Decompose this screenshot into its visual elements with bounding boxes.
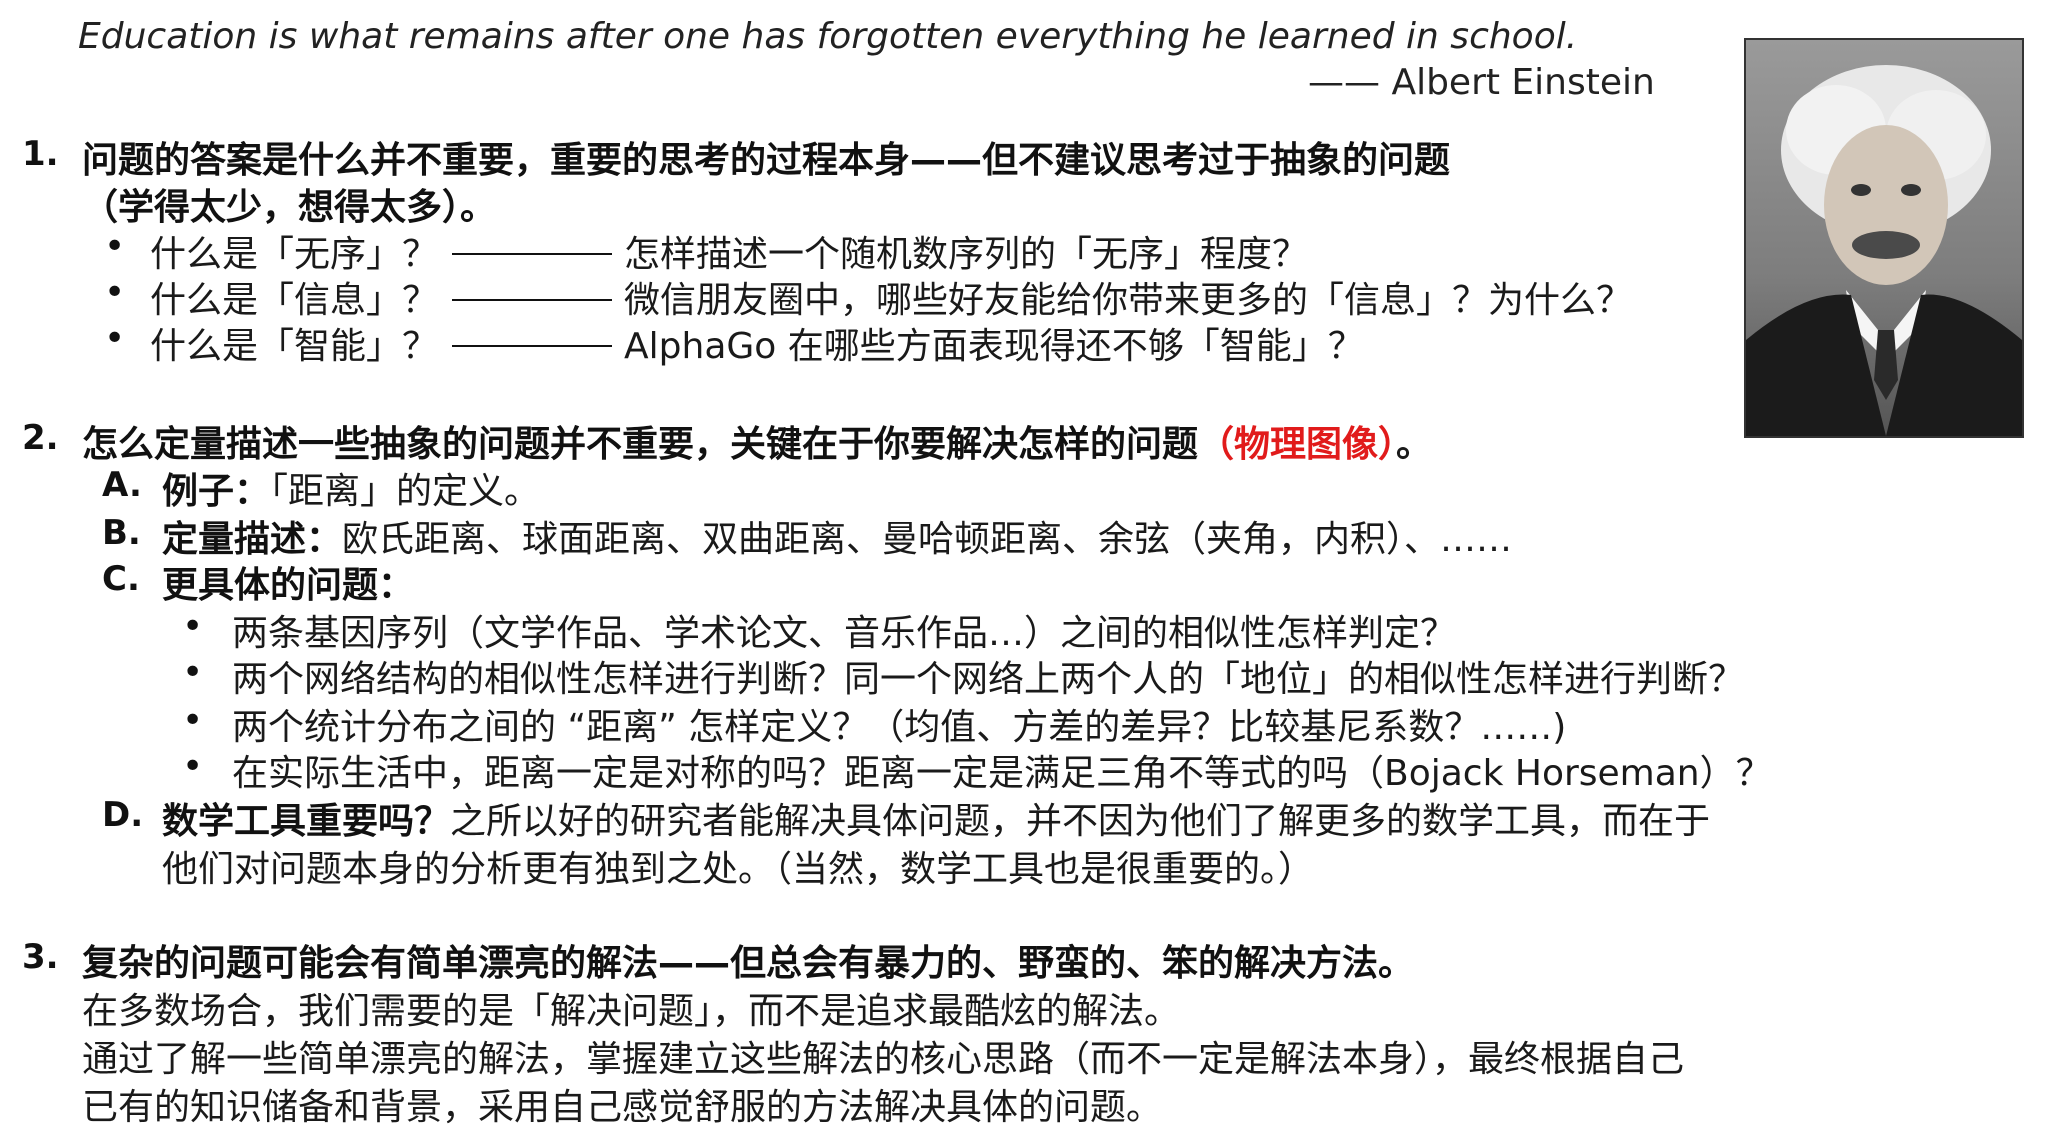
section-3-line-3: 已有的知识储备和背景，采用自己感觉舒服的方法解决具体的问题。 <box>82 1087 1163 1128</box>
bullet-dot: • <box>182 606 204 647</box>
item-B-label: B. <box>102 513 141 553</box>
section-1-item-1: 什么是「无序」？ 怎样描述一个随机数序列的「无序」程度？ <box>150 225 1308 277</box>
item-B: 定量描述：欧氏距离、球面距离、双曲距离、曼哈顿距离、余弦（夹角，内积）、…… <box>162 510 1512 562</box>
item-D-bold: 数学工具重要吗？ <box>162 801 451 842</box>
item-A: 例子：「距离」的定义。 <box>162 462 540 514</box>
quote-attribution: —— Albert Einstein <box>1308 62 1655 103</box>
bullet-dot: • <box>104 318 126 359</box>
item-answer: 微信朋友圈中，哪些好友能给你带来更多的「信息」？为什么？ <box>624 280 1633 321</box>
item-answer: AlphaGo 在哪些方面表现得还不够「智能」？ <box>624 326 1364 367</box>
item-answer: 怎样描述一个随机数序列的「无序」程度？ <box>624 234 1309 275</box>
section-3-line-2: 通过了解一些简单漂亮的解法，掌握建立这些解法的核心思路（而不一定是解法本身），最… <box>82 1039 1685 1080</box>
bullet-dot: • <box>104 272 126 313</box>
quote-text: Education is what remains after one has … <box>78 16 1578 57</box>
bullet-dot: • <box>104 226 126 267</box>
item-question: 什么是「信息」？ <box>150 280 439 321</box>
item-A-label: A. <box>102 465 142 505</box>
dash-line <box>452 253 613 255</box>
item-D-label: D. <box>102 795 144 835</box>
section-3-number: 3. <box>22 937 59 977</box>
item-C-sub-1: 两条基因序列（文学作品、学术论文、音乐作品…）之间的相似性怎样判定？ <box>232 613 1457 654</box>
item-question: 什么是「无序」？ <box>150 234 439 275</box>
section-1-item-2: 什么是「信息」？ 微信朋友圈中，哪些好友能给你带来更多的「信息」？为什么？ <box>150 271 1632 323</box>
item-C-sub-4: 在实际生活中，距离一定是对称的吗？距离一定是满足三角不等式的吗（Bojack H… <box>232 753 1772 794</box>
item-B-text: 欧氏距离、球面距离、双曲距离、曼哈顿距离、余弦（夹角，内积）、…… <box>342 519 1513 560</box>
item-C-bold: 更具体的问题： <box>162 565 415 606</box>
bullet-dot: • <box>182 746 204 787</box>
section-3-title: 复杂的问题可能会有简单漂亮的解法——但总会有暴力的、野蛮的、笨的解决方法。 <box>82 943 1415 984</box>
section-1-item-3: 什么是「智能」？ AlphaGo 在哪些方面表现得还不够「智能」？ <box>150 317 1364 369</box>
item-D-line-2: 他们对问题本身的分析更有独到之处。（当然，数学工具也是很重要的。） <box>162 849 1315 890</box>
item-D-line-1: 数学工具重要吗？之所以好的研究者能解决具体问题，并不因为他们了解更多的数学工具，… <box>162 792 1710 844</box>
portrait-icon <box>1746 65 2022 436</box>
bullet-dot: • <box>182 652 204 693</box>
section-2-title-text: 怎么定量描述一些抽象的问题并不重要，关键在于你要解决怎样的问题 <box>82 424 1199 465</box>
einstein-portrait <box>1744 38 2024 438</box>
section-2-title-highlight: （物理图像） <box>1198 424 1397 465</box>
dash-line <box>452 345 613 347</box>
item-C-sub-3: 两个统计分布之间的 “距离” 怎样定义？（均值、方差的差异？比较基尼系数？……) <box>232 707 1567 748</box>
section-2-number: 2. <box>22 418 59 458</box>
item-C-label: C. <box>102 559 140 599</box>
section-2-title-end: 。 <box>1396 424 1433 465</box>
item-A-text: 「距离」的定义。 <box>270 471 541 512</box>
item-D-text-1: 之所以好的研究者能解决具体问题，并不因为他们了解更多的数学工具，而在于 <box>450 801 1711 842</box>
section-2-title: 怎么定量描述一些抽象的问题并不重要，关键在于你要解决怎样的问题（物理图像）。 <box>82 415 1432 467</box>
section-1-number: 1. <box>22 134 59 174</box>
item-question: 什么是「智能」？ <box>150 326 439 367</box>
bullet-dot: • <box>182 700 204 741</box>
item-B-bold: 定量描述： <box>162 519 343 560</box>
dash-line <box>452 299 613 301</box>
item-C-sub-2: 两个网络结构的相似性怎样进行判断？同一个网络上两个人的「地位」的相似性怎样进行判… <box>232 659 1745 700</box>
section-1-title-line-1: 问题的答案是什么并不重要，重要的思考的过程本身——但不建议思考过于抽象的问题 <box>82 140 1451 181</box>
item-A-bold: 例子： <box>162 471 271 512</box>
section-3-line-1: 在多数场合，我们需要的是「解决问题」，而不是追求最酷炫的解法。 <box>82 991 1181 1032</box>
section-1-title-line-2: （学得太少，想得太多）。 <box>82 187 497 228</box>
